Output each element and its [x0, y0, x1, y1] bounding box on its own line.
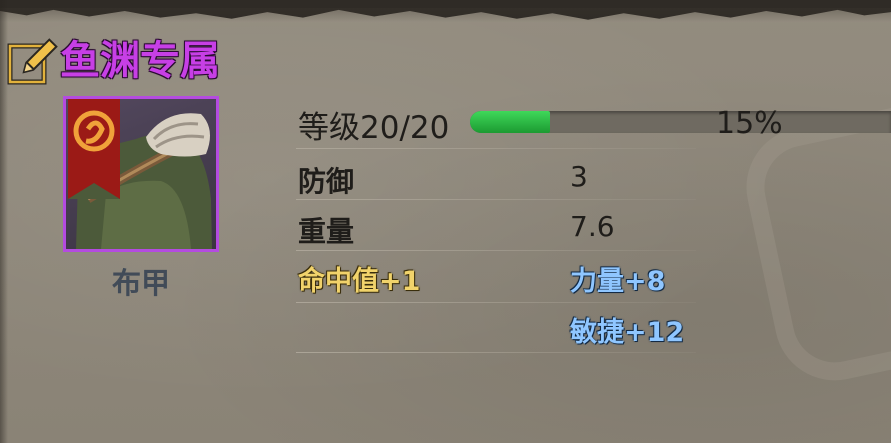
divider — [296, 250, 696, 251]
level-progress-bar — [470, 111, 891, 133]
item-tooltip-panel: 鱼渊专属 布甲 等级20/20 15% 防御 3 重量 7.6 命中值+1 力量… — [0, 0, 891, 443]
stat-value-defense: 3 — [570, 160, 588, 193]
edge-shadow — [0, 8, 891, 22]
stat-name-defense: 防御 — [298, 165, 355, 198]
divider — [296, 148, 696, 149]
level-label: 等级20/20 — [298, 110, 450, 146]
background-emblem — [735, 104, 891, 392]
item-icon-frame[interactable] — [63, 96, 219, 252]
level-percent: 15% — [716, 106, 783, 141]
stat-value-weight: 7.6 — [570, 210, 615, 243]
divider — [296, 352, 696, 353]
divider — [296, 199, 696, 200]
item-name: 布甲 — [111, 266, 170, 300]
bonus-accuracy: 命中值+1 — [298, 266, 421, 297]
level-progress-fill — [470, 111, 550, 133]
cloth-armor-icon — [68, 99, 212, 249]
set-title: 鱼渊专属 — [60, 38, 220, 84]
edit-pencil-icon — [7, 38, 58, 85]
bonus-strength: 力量+8 — [570, 266, 666, 297]
divider — [296, 302, 696, 303]
stat-name-weight: 重量 — [298, 215, 355, 248]
bonus-agility: 敏捷+12 — [570, 317, 685, 348]
